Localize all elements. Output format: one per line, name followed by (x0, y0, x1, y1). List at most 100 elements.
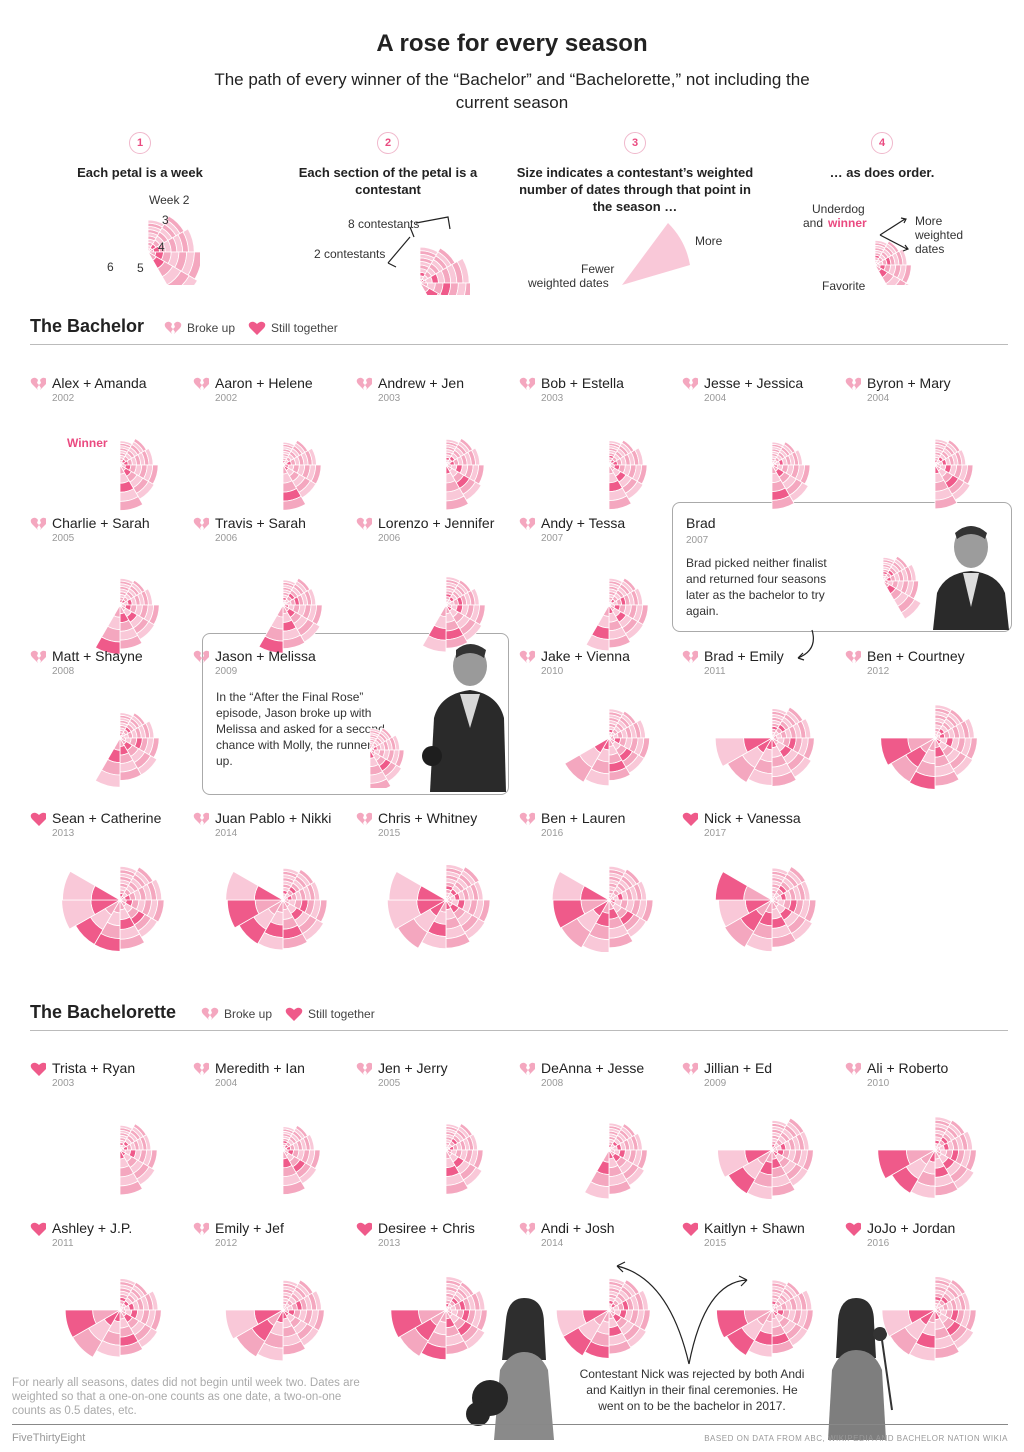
couple-name: DeAnna + Jesse (541, 1060, 645, 1076)
season-year: 2004 (215, 1078, 238, 1089)
season-year: 2003 (52, 1078, 75, 1089)
step-1: 1 Each petal is a week (20, 132, 260, 181)
heart-icon (285, 1007, 303, 1021)
callout-text: Brad picked neither finalist and returne… (686, 556, 827, 618)
couple-name: Brad + Emily (704, 648, 784, 664)
season-rose (258, 577, 323, 654)
rose-section (580, 885, 611, 901)
couple-name: Byron + Mary (867, 375, 951, 391)
season-year: 2013 (378, 1238, 401, 1249)
season-rose (717, 1117, 814, 1200)
section-title-bachelorette: The Bachelorette (30, 1002, 177, 1022)
season-year: 2014 (541, 1238, 564, 1249)
broken-heart-icon (193, 1222, 209, 1235)
couple-name: Kaitlyn + Shawn (704, 1220, 805, 1236)
section-title-bachelor: The Bachelor (30, 316, 145, 336)
season-year: 2011 (704, 666, 726, 677)
season-rose (714, 706, 815, 787)
season-year: 2004 (867, 393, 890, 404)
bachelor-season-cell: Ben + Courtney 2012 (845, 648, 1005, 798)
season-year: 2013 (52, 828, 75, 839)
couple-name: Lorenzo + Jennifer (378, 515, 495, 531)
bachelor-season-cell: Aaron + Helene 2002 (193, 375, 353, 525)
couple-name: Andy + Tessa (541, 515, 626, 531)
couple-name: JoJo + Jordan (867, 1220, 956, 1236)
broken-heart-icon (30, 517, 46, 530)
rose-section (714, 871, 749, 901)
explainer-label-favorite: Favorite (822, 279, 866, 293)
couple-name: Ben + Lauren (541, 810, 626, 826)
bachelorette-season-cell: Meredith + Ian 2004 (193, 1060, 353, 1210)
season-rose (877, 1116, 977, 1199)
couple-name: Jake + Vienna (541, 648, 630, 664)
rose-section (602, 603, 610, 617)
broken-heart-icon (519, 1222, 535, 1235)
season-year: 2017 (704, 828, 727, 839)
season-year: 2016 (541, 828, 564, 839)
explainer-label-8: 8 contestants (348, 217, 420, 231)
bachelor-season-cell: Andrew + Jen 2003 (356, 375, 516, 525)
explainer-3-graphic (622, 223, 690, 285)
rose-section (743, 885, 774, 901)
section-rule (30, 344, 1008, 345)
season-year: 2009 (215, 666, 238, 677)
broken-heart-icon (356, 517, 372, 530)
season-rose (61, 866, 165, 952)
couple-name: Nick + Vanessa (704, 810, 801, 826)
bachelorette-season-cell: Ashley + J.P. 2011 (30, 1220, 190, 1370)
season-year: 2007 (541, 533, 564, 544)
broken-heart-icon (356, 812, 372, 825)
heart-icon (30, 1222, 46, 1236)
explainer-label-5: 5 (137, 261, 144, 275)
bachelorette-season-cell: Andi + Josh 2014 (519, 1220, 679, 1370)
footnote: For nearly all seasons, dates did not be… (12, 1377, 360, 1417)
explainer-wedge (622, 223, 690, 285)
couple-name: Matt + Shayne (52, 648, 143, 664)
broken-heart-icon (30, 650, 46, 663)
broken-heart-icon (682, 650, 698, 663)
legend-still-together: Still together (271, 321, 338, 335)
rose-section (253, 885, 285, 901)
explainer-label-fewer: Fewer (581, 262, 615, 276)
broken-heart-icon (519, 377, 535, 390)
step-number: 4 (871, 132, 893, 154)
bachelor-season-cell: Jesse + Jessica 2004 (682, 375, 842, 525)
heart-icon (30, 1062, 46, 1076)
footer-rule (12, 1424, 1008, 1425)
season-year: 2008 (541, 1078, 564, 1089)
step-number: 2 (377, 132, 399, 154)
bachelorette-season-cell: Jillian + Ed 2009 (682, 1060, 842, 1210)
step-number: 1 (129, 132, 151, 154)
bachelorette-season-cell: JoJo + Jordan 2016 (845, 1220, 1005, 1370)
explainer-label-4: 4 (158, 240, 165, 254)
season-rose (281, 439, 322, 511)
rose-section (388, 870, 422, 901)
couple-name: Jason + Melissa (215, 648, 316, 664)
bachelor-season-cell: Sean + Catherine 2013 (30, 810, 190, 960)
couple-name: Travis + Sarah (215, 515, 306, 531)
season-year: 2012 (215, 1238, 238, 1249)
couple-name: Alex + Amanda (52, 375, 147, 391)
season-rose (585, 577, 649, 652)
broken-heart-icon (845, 650, 861, 663)
season-rose (225, 1279, 325, 1362)
broken-heart-icon (30, 377, 46, 390)
season-year: 2015 (378, 828, 401, 839)
explainer-sections (418, 246, 470, 295)
season-rose (607, 439, 648, 510)
season-rose (716, 1279, 814, 1358)
heart-icon (845, 1222, 861, 1236)
broken-heart-icon (193, 650, 209, 663)
season-year: 2002 (52, 393, 75, 404)
couple-name: Jillian + Ed (704, 1060, 773, 1076)
season-rose (551, 865, 654, 952)
season-year: 2004 (704, 393, 727, 404)
bachelor-season-cell: Lorenzo + Jennifer 2006 (356, 515, 516, 665)
season-rose (94, 577, 160, 655)
page-subtitle: The path of every winner of the “Bachelo… (214, 70, 810, 112)
heart-shape (285, 1007, 303, 1021)
season-rose (880, 704, 978, 790)
broken-heart-icon (682, 1062, 698, 1075)
bachelor-season-cell: Juan Pablo + Nikki 2014 (193, 810, 353, 960)
credit-right: BASED ON DATA FROM ABC, WIKIPEDIA AND BA… (704, 1434, 1008, 1443)
